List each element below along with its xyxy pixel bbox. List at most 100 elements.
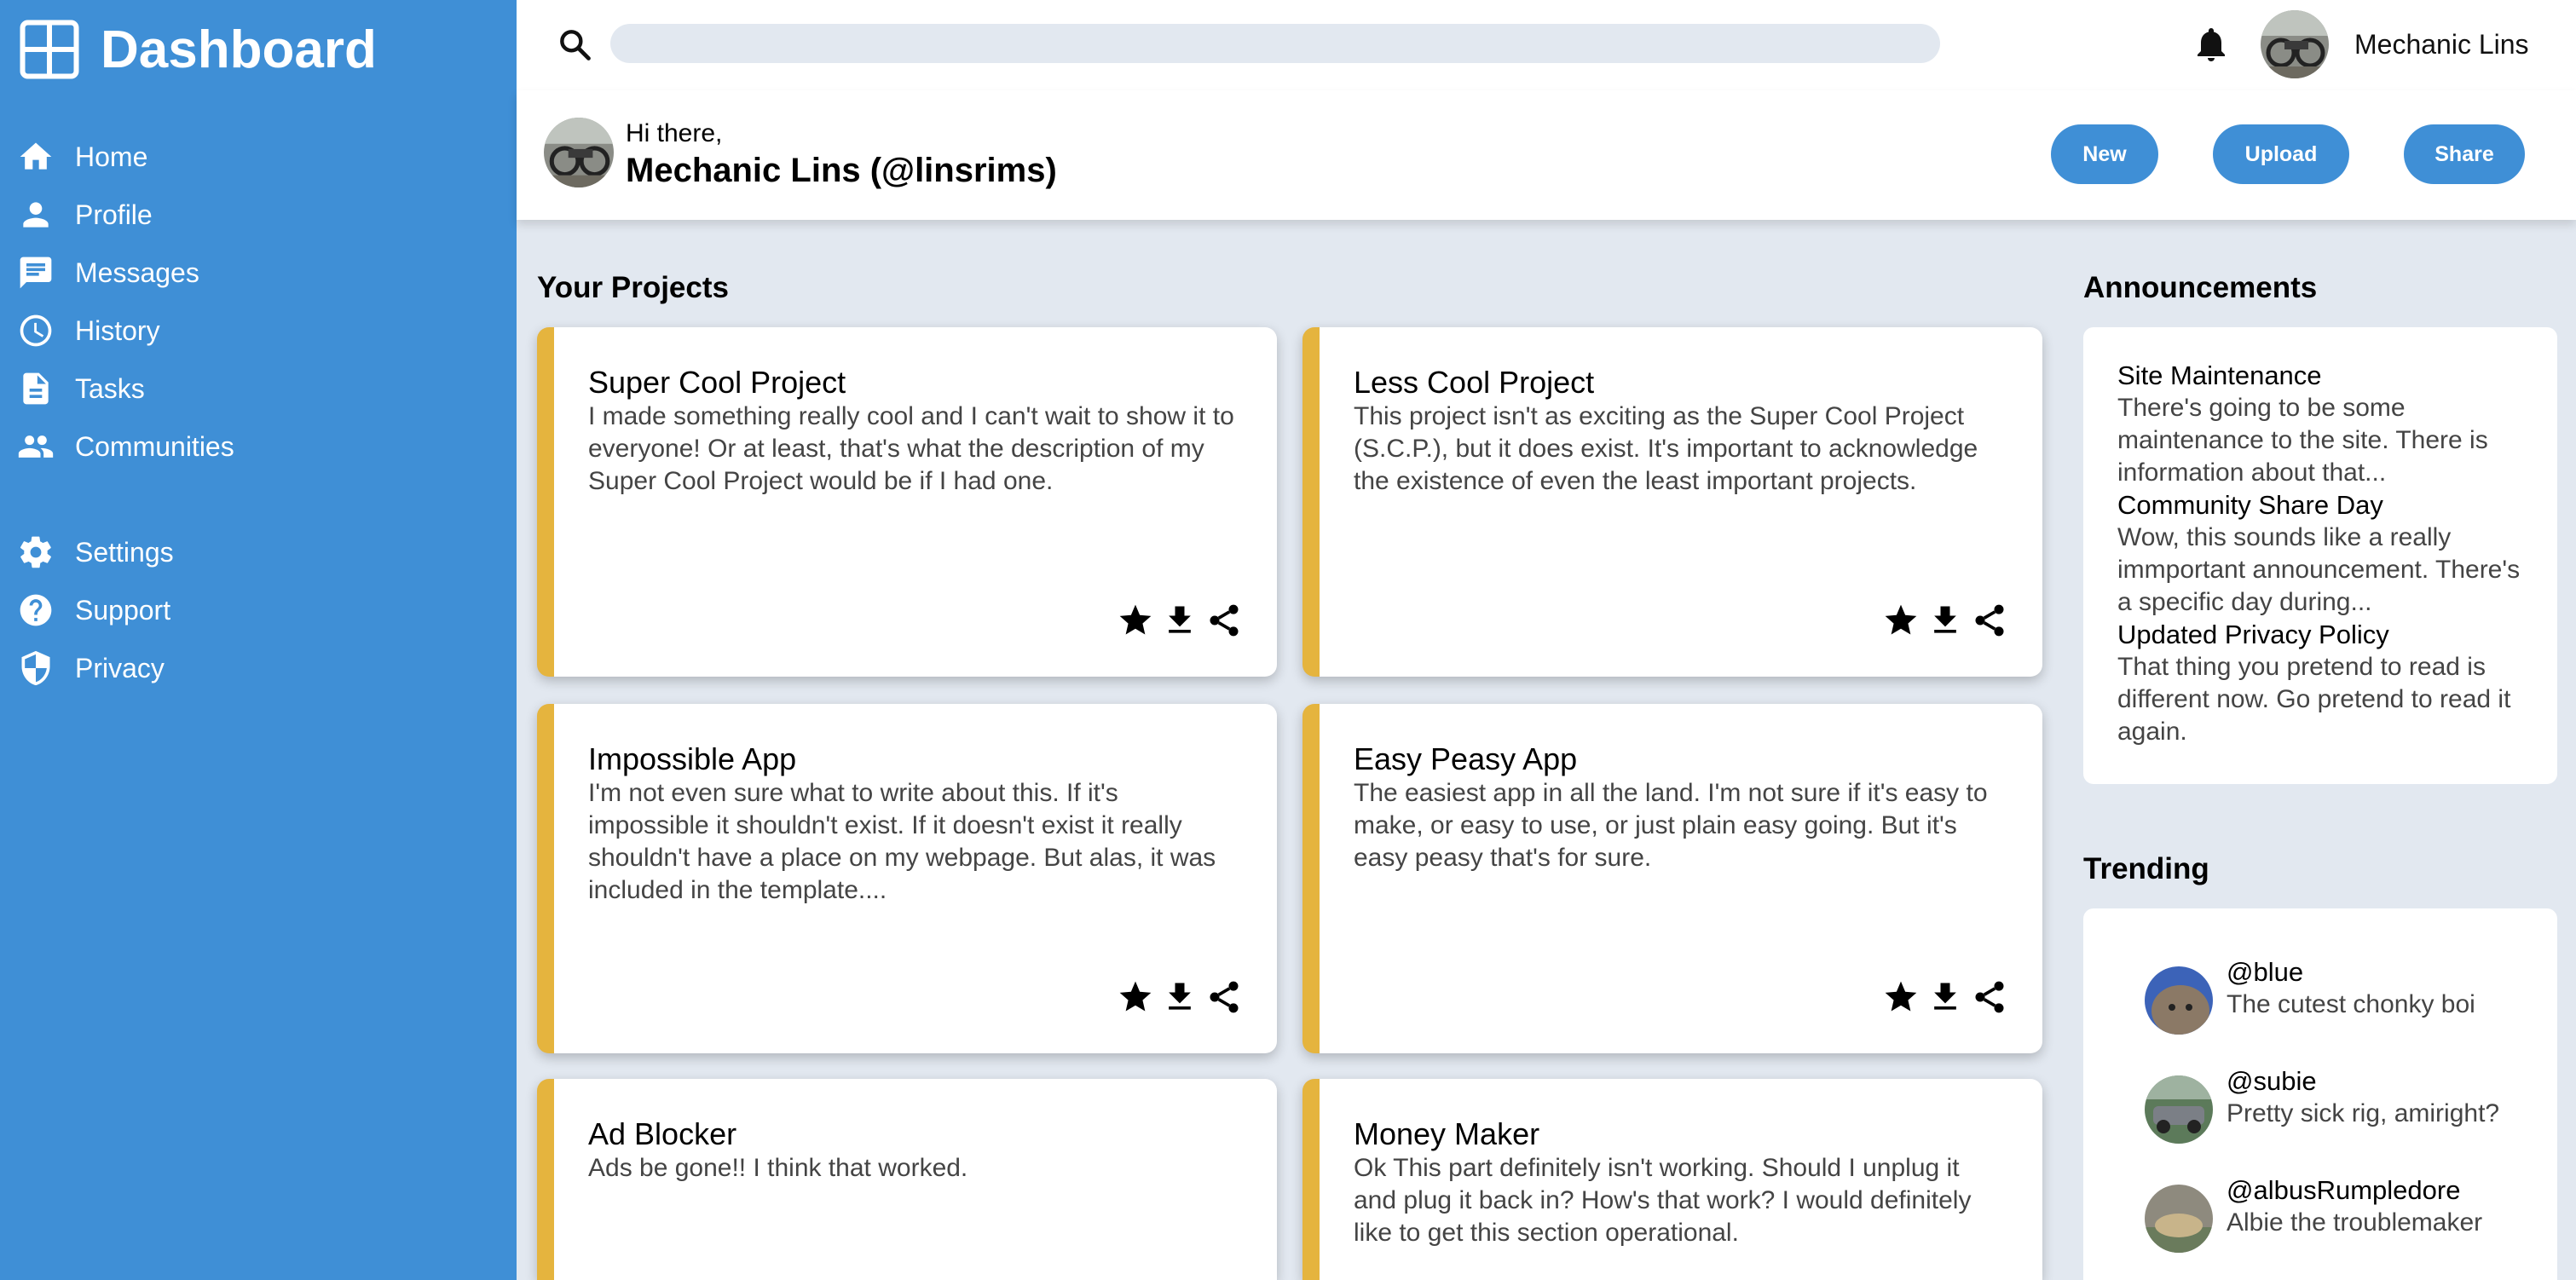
trending-text: Pretty sick rig, amiright? (2227, 1099, 2500, 1127)
sidebar-item-privacy[interactable]: Privacy (17, 639, 174, 697)
secondary-nav: Settings Support Privacy (17, 523, 174, 697)
download-icon[interactable] (1161, 602, 1198, 639)
announcement-title: Updated Privacy Policy (2117, 620, 2389, 649)
app-title: Dashboard (101, 20, 377, 79)
gear-icon (20, 536, 51, 568)
clock-icon (20, 314, 52, 347)
project-description: I made something really cool and I can't… (588, 402, 1234, 495)
announcements-heading: Announcements (2083, 271, 2318, 304)
sidebar-item-communities[interactable]: Communities (17, 418, 234, 476)
avatar (2145, 1075, 2213, 1144)
announcements-panel: Site Maintenance There's going to be som… (2083, 327, 2557, 784)
project-actions (1882, 978, 2008, 1016)
project-card[interactable]: Impossible App I'm not even sure what to… (537, 704, 1277, 1053)
trending-item[interactable]: @albusRumpledore Albie the troublemaker (2145, 1174, 2516, 1253)
star-icon[interactable] (1882, 602, 1920, 639)
project-card[interactable]: Easy Peasy App The easiest app in all th… (1302, 704, 2042, 1053)
share-icon[interactable] (1971, 602, 2008, 639)
avatar-image (2261, 10, 2329, 78)
sidebar-item-support[interactable]: Support (17, 581, 174, 639)
avatar[interactable] (2261, 10, 2329, 78)
topbar: Mechanic Lins (517, 0, 2576, 90)
project-card[interactable]: Super Cool Project I made something real… (537, 327, 1277, 677)
new-button[interactable]: New (2051, 124, 2158, 184)
sidebar-item-label: Profile (75, 199, 153, 230)
share-icon[interactable] (1205, 602, 1243, 639)
trending-item[interactable]: @subie Pretty sick rig, amiright? (2145, 1065, 2516, 1144)
download-icon[interactable] (1926, 978, 1964, 1016)
chat-icon (20, 257, 52, 289)
project-card[interactable]: Money Maker Ok This part definitely isn'… (1302, 1079, 2042, 1280)
dashboard-icon (20, 20, 79, 79)
help-icon (20, 594, 52, 626)
announcement-item[interactable]: Site Maintenance There's going to be som… (2117, 360, 2535, 489)
sidebar: Dashboard Home Profile Messages History … (0, 0, 517, 1280)
search-icon[interactable] (556, 26, 593, 63)
shield-icon (21, 650, 50, 686)
username[interactable]: Mechanic Lins (2354, 29, 2529, 61)
sidebar-item-label: Communities (75, 430, 234, 462)
star-icon[interactable] (1882, 978, 1920, 1016)
avatar (544, 118, 614, 187)
person-icon (23, 202, 49, 228)
sidebar-item-label: Home (75, 141, 148, 172)
group-icon (18, 435, 54, 458)
sidebar-item-label: Settings (75, 536, 174, 568)
trending-text: Albie the troublemaker (2227, 1208, 2483, 1237)
avatar-image (2145, 1075, 2213, 1144)
sidebar-item-messages[interactable]: Messages (17, 244, 234, 302)
share-icon[interactable] (1205, 978, 1243, 1016)
avatar-image (2145, 1185, 2213, 1253)
announcement-body: There's going to be some maintenance to … (2117, 394, 2488, 487)
project-description: Ok This part definitely isn't working. S… (1354, 1154, 1972, 1247)
announcement-title: Site Maintenance (2117, 360, 2322, 390)
announcement-body: Wow, this sounds like a really immportan… (2117, 523, 2521, 616)
project-actions (1882, 602, 2008, 639)
announcement-item[interactable]: Updated Privacy Policy That thing you pr… (2117, 619, 2535, 748)
brand[interactable]: Dashboard (19, 19, 377, 80)
project-title: Easy Peasy App (1354, 741, 1578, 776)
download-icon[interactable] (1926, 602, 1964, 639)
share-icon[interactable] (1971, 978, 2008, 1016)
project-title: Ad Blocker (588, 1116, 737, 1151)
project-title: Less Cool Project (1354, 365, 1595, 400)
trending-handle: @blue (2227, 957, 2304, 987)
sidebar-item-history[interactable]: History (17, 302, 234, 360)
sidebar-item-label: Privacy (75, 652, 165, 683)
project-description: Ads be gone!! I think that worked. (588, 1154, 968, 1182)
trending-item[interactable]: @blue The cutest chonky boi (2145, 956, 2516, 1035)
project-card[interactable]: Less Cool Project This project isn't as … (1302, 327, 2042, 677)
document-icon (23, 372, 49, 405)
project-title: Impossible App (588, 741, 797, 776)
trending-text: The cutest chonky boi (2227, 990, 2475, 1018)
upload-button[interactable]: Upload (2213, 124, 2349, 184)
project-actions (1117, 602, 1243, 639)
avatar (2145, 966, 2213, 1035)
share-button[interactable]: Share (2404, 124, 2525, 184)
trending-heading: Trending (2083, 852, 2209, 885)
sidebar-item-settings[interactable]: Settings (17, 523, 174, 581)
trending-handle: @albusRumpledore (2227, 1175, 2461, 1205)
announcement-item[interactable]: Community Share Day Wow, this sounds lik… (2117, 489, 2535, 619)
search-input[interactable] (610, 24, 1940, 63)
user-fullname: Mechanic Lins (@linsrims) (626, 152, 1057, 189)
star-icon[interactable] (1117, 602, 1154, 639)
announcement-body: That thing you pretend to read is differ… (2117, 653, 2511, 746)
main-nav: Home Profile Messages History Tasks Comm… (17, 128, 234, 476)
sidebar-item-home[interactable]: Home (17, 128, 234, 186)
trending-panel: @blue The cutest chonky boi @subie Prett… (2083, 908, 2557, 1280)
project-title: Money Maker (1354, 1116, 1540, 1151)
greeting-text: Hi there, (626, 119, 723, 147)
sidebar-item-tasks[interactable]: Tasks (17, 360, 234, 418)
sidebar-item-label: History (75, 314, 160, 346)
trending-handle: @subie (2227, 1066, 2317, 1096)
sidebar-item-profile[interactable]: Profile (17, 186, 234, 244)
project-description: I'm not even sure what to write about th… (588, 779, 1216, 904)
download-icon[interactable] (1161, 978, 1198, 1016)
bell-icon[interactable] (2191, 24, 2232, 65)
project-card[interactable]: Ad Blocker Ads be gone!! I think that wo… (537, 1079, 1277, 1280)
avatar (2145, 1185, 2213, 1253)
project-actions (1117, 978, 1243, 1016)
star-icon[interactable] (1117, 978, 1154, 1016)
projects-heading: Your Projects (537, 271, 729, 304)
